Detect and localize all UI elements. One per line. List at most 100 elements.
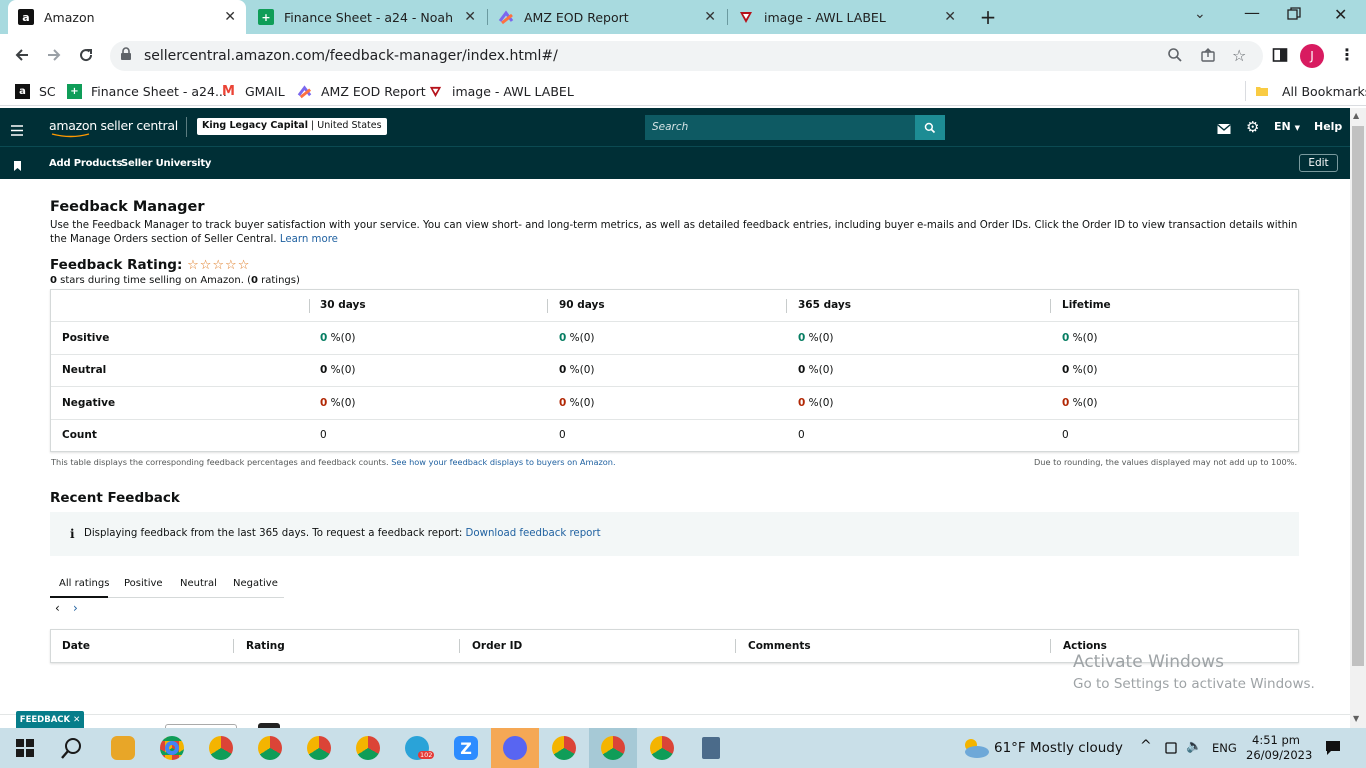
- chevron-left-icon[interactable]: ‹: [55, 601, 60, 615]
- calculator-icon[interactable]: [696, 733, 726, 763]
- tab-positive[interactable]: Positive: [124, 578, 163, 589]
- hamburger-menu-icon[interactable]: [11, 121, 23, 140]
- chrome-icon[interactable]: [206, 733, 236, 763]
- tab-amz-eod-report[interactable]: AMZ EOD Report ✕: [488, 0, 726, 34]
- nav-add-products[interactable]: Add Products: [49, 158, 122, 169]
- tab-all-ratings[interactable]: All ratings: [59, 578, 109, 589]
- recent-feedback-title: Recent Feedback: [50, 490, 180, 506]
- tab-neutral[interactable]: Neutral: [180, 578, 217, 589]
- table-row-neutral: Neutral 0 %(0) 0 %(0) 0 %(0) 0 %(0): [51, 354, 1298, 386]
- bookmark-flag-icon[interactable]: [13, 157, 22, 176]
- bookmark-star-icon[interactable]: ☆: [1232, 46, 1246, 65]
- search-button[interactable]: [915, 115, 945, 140]
- mail-icon[interactable]: [1217, 120, 1231, 139]
- tab-search-button[interactable]: ⌄: [1194, 6, 1206, 22]
- all-bookmarks[interactable]: All Bookmarks: [1254, 82, 1366, 100]
- activate-windows-subtitle: Go to Settings to activate Windows.: [1073, 676, 1315, 692]
- close-icon[interactable]: ✕: [224, 9, 236, 25]
- amazon-a-icon: a: [15, 83, 30, 99]
- chrome-icon[interactable]: [157, 733, 187, 763]
- learn-more-link[interactable]: Learn more: [280, 234, 338, 245]
- bookmark-amz-eod-report[interactable]: AMZ EOD Report: [297, 82, 426, 100]
- close-icon[interactable]: ✕: [704, 9, 716, 25]
- scroll-down-arrow-icon[interactable]: ▼: [1353, 714, 1359, 723]
- new-tab-button[interactable]: +: [976, 5, 1000, 29]
- tab-negative[interactable]: Negative: [233, 578, 278, 589]
- column-header-rating: Rating: [246, 640, 285, 652]
- star-empty-icon: ☆: [212, 258, 226, 273]
- address-bar[interactable]: sellercentral.amazon.com/feedback-manage…: [110, 41, 1263, 71]
- url-text[interactable]: sellercentral.amazon.com/feedback-manage…: [144, 48, 558, 64]
- nav-seller-university[interactable]: Seller University: [121, 158, 211, 169]
- amazon-a-icon: a: [18, 9, 34, 25]
- maximize-button[interactable]: [1287, 6, 1305, 20]
- chrome-icon[interactable]: [353, 733, 383, 763]
- profile-avatar[interactable]: J: [1300, 44, 1324, 68]
- close-icon[interactable]: ✕: [944, 9, 956, 25]
- help-link[interactable]: Help: [1314, 120, 1342, 133]
- forward-button[interactable]: [41, 42, 67, 68]
- close-icon[interactable]: ✕: [73, 715, 80, 725]
- star-empty-icon: ☆: [199, 258, 213, 273]
- tab-awl-label[interactable]: image - AWL LABEL ✕: [728, 0, 966, 34]
- search-input[interactable]: Search: [645, 115, 915, 140]
- scrollbar-thumb[interactable]: [1352, 126, 1364, 666]
- site-info-icon[interactable]: [120, 47, 132, 65]
- reload-button[interactable]: [73, 42, 99, 68]
- edit-nav-button[interactable]: Edit: [1299, 154, 1338, 172]
- chrome-icon[interactable]: [549, 733, 579, 763]
- discord-icon[interactable]: [500, 733, 530, 763]
- network-icon[interactable]: [1164, 740, 1178, 759]
- account-switcher[interactable]: King Legacy Capital | United States: [197, 118, 387, 135]
- column-header-comments: Comments: [748, 640, 811, 652]
- chrome-icon[interactable]: [304, 733, 334, 763]
- taskbar-search-icon[interactable]: [57, 733, 87, 763]
- weather-cloud-icon[interactable]: [960, 737, 990, 763]
- menu-kebab-icon[interactable]: ⋮: [1339, 45, 1355, 64]
- activate-windows-title: Activate Windows: [1073, 652, 1224, 672]
- seller-central-subnav: Add Products Seller University: [0, 146, 1350, 179]
- bookmark-gmail[interactable]: M GMAIL: [221, 82, 285, 100]
- side-panel-icon[interactable]: [1272, 47, 1288, 67]
- language-selector[interactable]: EN ▼: [1274, 120, 1300, 133]
- bookmark-awl-label[interactable]: image - AWL LABEL: [428, 82, 574, 100]
- language-indicator[interactable]: ENG: [1212, 741, 1237, 755]
- zoom-search-icon[interactable]: [1167, 47, 1183, 67]
- table-row-positive: Positive 0 %(0) 0 %(0) 0 %(0) 0 %(0): [51, 321, 1298, 354]
- chrome-icon[interactable]: [255, 733, 285, 763]
- rating-summary: 0 stars during time selling on Amazon. (…: [50, 275, 300, 286]
- zoom-icon[interactable]: Z: [451, 733, 481, 763]
- tab-finance-sheet[interactable]: + Finance Sheet - a24 - Noah King ✕: [248, 0, 486, 34]
- active-tab-indicator: [50, 596, 108, 598]
- tab-amazon[interactable]: a Amazon ✕: [8, 0, 246, 34]
- page-description: Use the Feedback Manager to track buyer …: [50, 220, 1298, 245]
- back-button[interactable]: [9, 42, 35, 68]
- close-icon[interactable]: ✕: [464, 9, 476, 25]
- chrome-icon[interactable]: [647, 733, 677, 763]
- column-header-30-days: 30 days: [320, 299, 366, 311]
- windows-start-icon[interactable]: [10, 733, 40, 763]
- feedback-button[interactable]: FEEDBACK ✕: [16, 711, 84, 728]
- chevron-right-icon[interactable]: ›: [73, 601, 78, 615]
- windows-taskbar: [0, 728, 1366, 768]
- share-icon[interactable]: [1200, 47, 1216, 67]
- seller-central-logo[interactable]: amazon seller central: [49, 118, 178, 138]
- buyer-display-link[interactable]: See how your feedback displays to buyers…: [391, 457, 615, 467]
- minimize-button[interactable]: —: [1240, 3, 1264, 22]
- bookmark-finance-sheet[interactable]: + Finance Sheet - a24...: [67, 82, 227, 100]
- clock[interactable]: 4:51 pm 26/09/2023: [1246, 733, 1312, 763]
- telegram-icon[interactable]: 102: [402, 733, 435, 763]
- chevron-up-icon[interactable]: ^: [1140, 738, 1152, 754]
- chrome-icon[interactable]: [598, 733, 628, 763]
- download-feedback-report-link[interactable]: Download feedback report: [466, 528, 601, 539]
- close-window-button[interactable]: ✕: [1334, 5, 1347, 24]
- rounding-note: Due to rounding, the values displayed ma…: [1034, 457, 1298, 467]
- settings-gear-icon[interactable]: ⚙: [1246, 118, 1259, 136]
- game-app-icon[interactable]: [108, 733, 138, 763]
- bookmark-sc[interactable]: a SC: [15, 82, 56, 100]
- notifications-icon[interactable]: [1325, 740, 1341, 760]
- clickup-icon: [498, 9, 514, 25]
- weather-text[interactable]: 61°F Mostly cloudy: [994, 740, 1123, 756]
- scroll-up-arrow-icon[interactable]: ▲: [1353, 111, 1359, 120]
- volume-icon[interactable]: 🔈: [1186, 739, 1202, 754]
